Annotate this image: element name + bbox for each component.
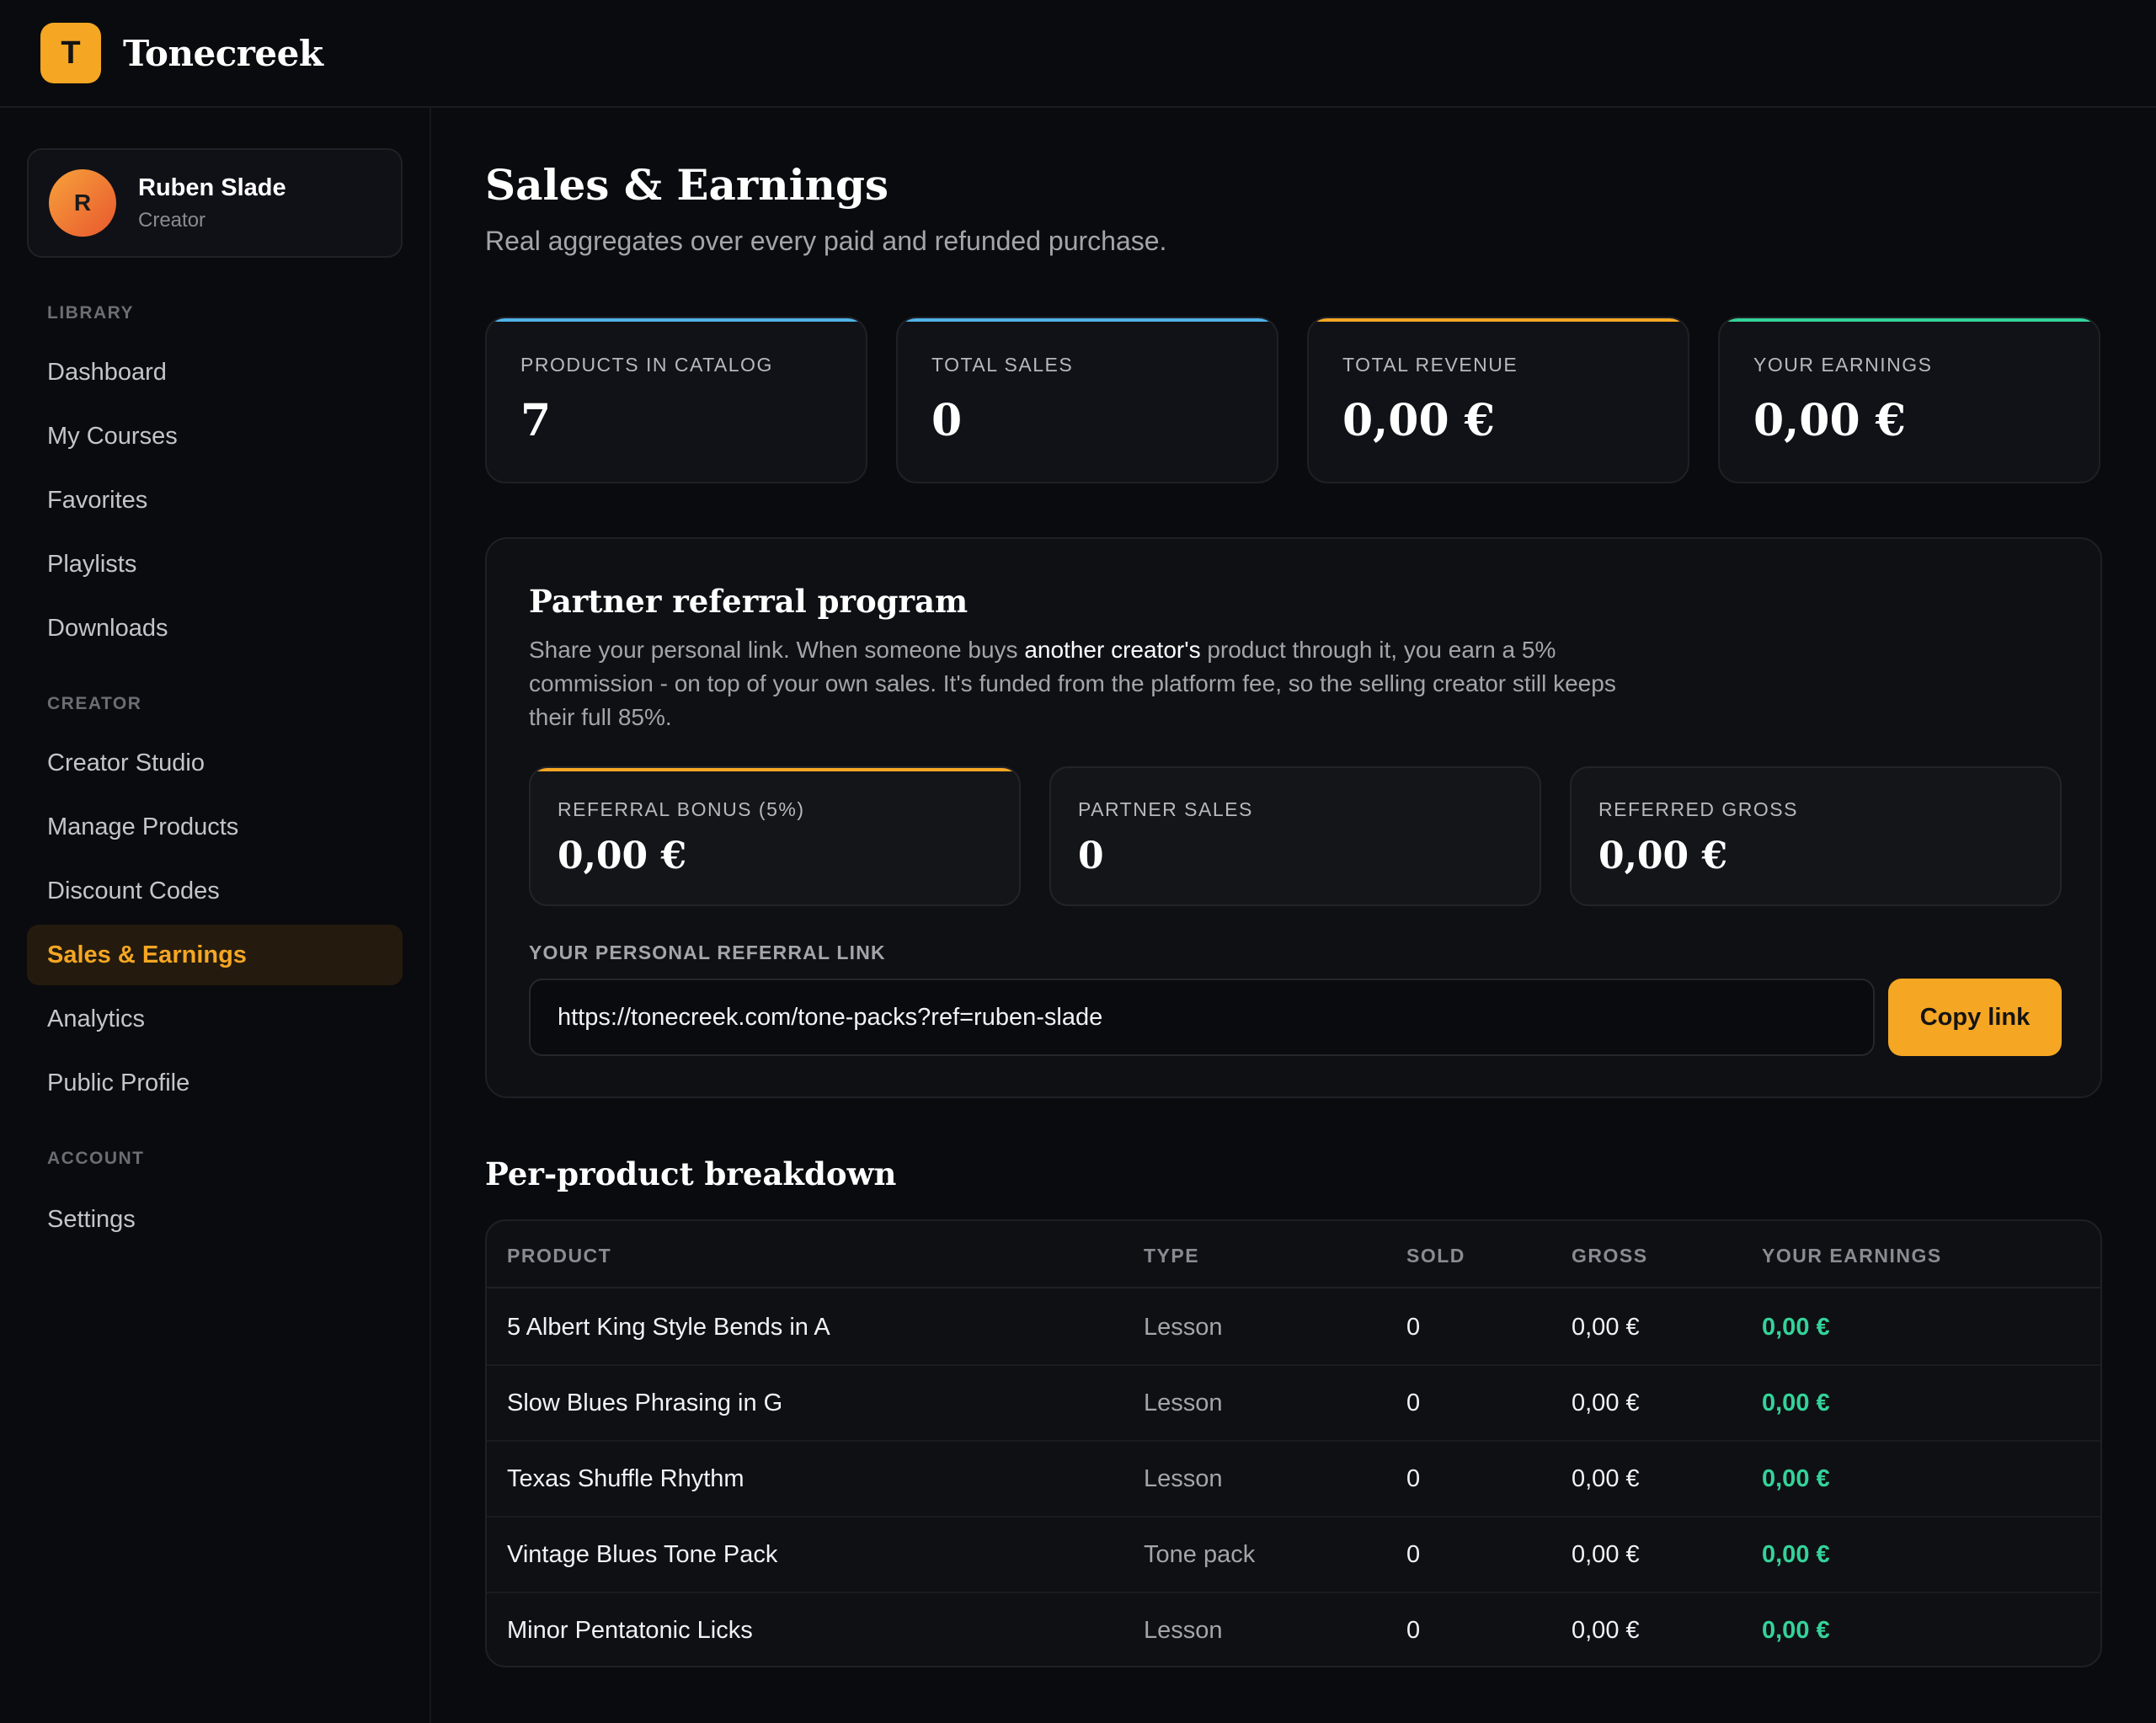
cell-sold: 0 <box>1406 1314 1421 1341</box>
cell-earnings: 0,00 € <box>1762 1314 1830 1341</box>
cell-product: Vintage Blues Tone Pack <box>507 1541 778 1568</box>
sidebar-item-analytics[interactable]: Analytics <box>27 989 403 1049</box>
brand-name[interactable]: Tonecreek <box>123 33 323 74</box>
cell-product: Slow Blues Phrasing in G <box>507 1390 783 1416</box>
cell-gross: 0,00 € <box>1572 1314 1640 1341</box>
stat-card-products: PRODUCTS IN CATALOG 7 <box>485 317 867 483</box>
sidebar: R Ruben Slade Creator LIBRARY Dashboard … <box>0 108 431 1723</box>
page-subtitle: Real aggregates over every paid and refu… <box>485 226 1167 256</box>
nav-section-library: LIBRARY <box>47 303 135 323</box>
table-row[interactable]: Minor Pentatonic Licks Lesson 0 0,00 € 0… <box>487 1593 2100 1666</box>
user-card[interactable]: R Ruben Slade Creator <box>27 148 403 258</box>
user-role: Creator <box>138 208 206 232</box>
partner-sales-card: PARTNER SALES 0 <box>1049 766 1541 906</box>
stat-label: TOTAL SALES <box>931 354 1074 376</box>
referral-title: Partner referral program <box>529 583 969 620</box>
referred-gross-card: REFERRED GROSS 0,00 € <box>1570 766 2062 906</box>
sidebar-item-playlists[interactable]: Playlists <box>27 534 403 595</box>
cell-gross: 0,00 € <box>1572 1617 1640 1644</box>
top-bar: T Tonecreek <box>0 0 2156 108</box>
referral-link-label: YOUR PERSONAL REFERRAL LINK <box>529 942 886 963</box>
sidebar-item-settings[interactable]: Settings <box>27 1189 403 1250</box>
sidebar-item-dashboard[interactable]: Dashboard <box>27 342 403 403</box>
table-header: PRODUCT TYPE SOLD GROSS YOUR EARNINGS <box>487 1221 2100 1288</box>
cell-earnings: 0,00 € <box>1762 1465 1830 1492</box>
stat-card-total-sales: TOTAL SALES 0 <box>896 317 1278 483</box>
cell-sold: 0 <box>1406 1541 1421 1568</box>
logo-icon[interactable]: T <box>40 23 101 83</box>
nav-section-creator: CREATOR <box>47 694 142 713</box>
cell-earnings: 0,00 € <box>1762 1390 1830 1416</box>
cell-type: Lesson <box>1144 1314 1223 1341</box>
page-title: Sales & Earnings <box>485 160 889 210</box>
breakdown-table: PRODUCT TYPE SOLD GROSS YOUR EARNINGS 5 … <box>485 1219 2102 1667</box>
stat-value: 0,00 € <box>1342 395 1495 446</box>
stat-value: 0,00 € <box>1753 395 1906 446</box>
ref-stat-label: REFERRED GROSS <box>1598 798 1798 820</box>
sidebar-item-downloads[interactable]: Downloads <box>27 598 403 659</box>
user-name: Ruben Slade <box>138 173 286 201</box>
cell-type: Lesson <box>1144 1617 1223 1644</box>
stat-label: YOUR EARNINGS <box>1753 354 1933 376</box>
ref-stat-value: 0,00 € <box>558 835 687 878</box>
table-row[interactable]: 5 Albert King Style Bends in A Lesson 0 … <box>487 1290 2100 1366</box>
column-header-type[interactable]: TYPE <box>1144 1245 1199 1267</box>
sidebar-item-public-profile[interactable]: Public Profile <box>27 1053 403 1113</box>
ref-stat-label: REFERRAL BONUS (5%) <box>558 798 805 820</box>
breakdown-title: Per-product breakdown <box>485 1155 897 1192</box>
stat-value: 0 <box>931 395 963 446</box>
cell-sold: 0 <box>1406 1617 1421 1644</box>
user-info: Ruben Slade Creator <box>138 174 286 232</box>
column-header-product[interactable]: PRODUCT <box>507 1245 611 1267</box>
referral-desc-part1: Share your personal link. When someone b… <box>529 637 1025 663</box>
table-row[interactable]: Slow Blues Phrasing in G Lesson 0 0,00 €… <box>487 1366 2100 1442</box>
cell-gross: 0,00 € <box>1572 1465 1640 1492</box>
stat-label: TOTAL REVENUE <box>1342 354 1518 376</box>
sidebar-item-creator-studio[interactable]: Creator Studio <box>27 733 403 793</box>
table-row[interactable]: Texas Shuffle Rhythm Lesson 0 0,00 € 0,0… <box>487 1442 2100 1518</box>
cell-type: Lesson <box>1144 1465 1223 1492</box>
referral-panel: Partner referral program Share your pers… <box>485 537 2102 1098</box>
cell-earnings: 0,00 € <box>1762 1541 1830 1568</box>
stat-card-total-revenue: TOTAL REVENUE 0,00 € <box>1307 317 1689 483</box>
nav-section-account: ACCOUNT <box>47 1149 145 1168</box>
cell-gross: 0,00 € <box>1572 1541 1640 1568</box>
table-row[interactable]: Vintage Blues Tone Pack Tone pack 0 0,00… <box>487 1518 2100 1593</box>
referral-desc-highlight: another creator's <box>1024 637 1201 663</box>
cell-product: 5 Albert King Style Bends in A <box>507 1314 830 1341</box>
cell-product: Texas Shuffle Rhythm <box>507 1465 744 1492</box>
column-header-earnings[interactable]: YOUR EARNINGS <box>1762 1245 1942 1267</box>
copy-link-button[interactable]: Copy link <box>1888 979 2062 1056</box>
ref-stat-value: 0,00 € <box>1598 835 1728 878</box>
referral-description: Share your personal link. When someone b… <box>529 633 1649 734</box>
referral-link-input[interactable] <box>529 979 1875 1056</box>
cell-type: Lesson <box>1144 1390 1223 1416</box>
cell-sold: 0 <box>1406 1390 1421 1416</box>
stat-card-your-earnings: YOUR EARNINGS 0,00 € <box>1718 317 2100 483</box>
sidebar-item-discount-codes[interactable]: Discount Codes <box>27 861 403 921</box>
sidebar-item-my-courses[interactable]: My Courses <box>27 406 403 467</box>
column-header-gross[interactable]: GROSS <box>1572 1245 1648 1267</box>
sidebar-item-sales-earnings[interactable]: Sales & Earnings <box>27 925 403 985</box>
stat-value: 7 <box>520 395 552 446</box>
referral-bonus-card: REFERRAL BONUS (5%) 0,00 € <box>529 766 1021 906</box>
column-header-sold[interactable]: SOLD <box>1406 1245 1465 1267</box>
avatar: R <box>49 169 116 237</box>
sidebar-item-favorites[interactable]: Favorites <box>27 470 403 531</box>
cell-product: Minor Pentatonic Licks <box>507 1617 753 1644</box>
cell-type: Tone pack <box>1144 1541 1256 1568</box>
stat-label: PRODUCTS IN CATALOG <box>520 354 773 376</box>
sidebar-item-manage-products[interactable]: Manage Products <box>27 797 403 857</box>
cell-earnings: 0,00 € <box>1762 1617 1830 1644</box>
ref-stat-label: PARTNER SALES <box>1078 798 1253 820</box>
ref-stat-value: 0 <box>1078 835 1104 878</box>
cell-sold: 0 <box>1406 1465 1421 1492</box>
cell-gross: 0,00 € <box>1572 1390 1640 1416</box>
